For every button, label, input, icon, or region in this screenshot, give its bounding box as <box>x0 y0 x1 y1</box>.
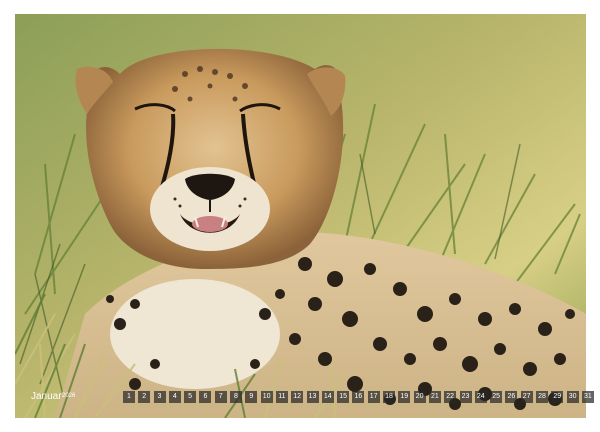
calendar-day: 11 <box>275 391 288 403</box>
calendar-day <box>77 391 89 403</box>
calendar-day: 26 <box>505 391 518 403</box>
calendar-day: 22 <box>444 391 457 403</box>
calendar-day: 15 <box>337 391 350 403</box>
cheetah-illustration <box>15 14 586 418</box>
calendar-day: 2 <box>138 391 151 403</box>
calendar-page: Januar 2026 1 2 3 4 5 6 7 8 9 10 11 12 13 14 15 16 17 18 1… <box>0 0 600 432</box>
calendar-day: 29 <box>551 391 564 403</box>
calendar-day: 25 <box>490 391 503 403</box>
calendar-day: 14 <box>321 391 334 403</box>
calendar-day <box>92 391 104 403</box>
calendar-day: 27 <box>520 391 533 403</box>
year-label: 2026 <box>62 393 76 399</box>
calendar-day: 28 <box>536 391 548 403</box>
calendar-day: 23 <box>459 391 472 403</box>
calendar-day: 4 <box>168 391 181 403</box>
cheetah-photo <box>15 14 586 418</box>
calendar-strip: Januar 2026 1 2 3 4 5 6 7 8 9 10 11 12 13 14 15 16 17 18 1… <box>15 389 594 405</box>
month-label: Januar <box>31 391 62 402</box>
calendar-day: 21 <box>428 391 441 403</box>
calendar-day: 31 <box>581 391 594 403</box>
calendar-day: 6 <box>199 391 212 403</box>
calendar-day: 5 <box>184 391 197 403</box>
calendar-day: 3 <box>153 391 166 403</box>
calendar-day: 9 <box>245 391 258 403</box>
calendar-day: 17 <box>367 391 380 403</box>
calendar-day: 16 <box>352 391 365 403</box>
calendar-day: 13 <box>306 391 319 403</box>
calendar-day: 24 <box>474 391 487 403</box>
calendar-day: 8 <box>230 391 242 403</box>
calendar-day: 7 <box>214 391 227 403</box>
calendar-day: 19 <box>398 391 411 403</box>
calendar-day: 12 <box>291 391 304 403</box>
calendar-day <box>108 391 120 403</box>
calendar-day: 10 <box>260 391 273 403</box>
calendar-day: 1 <box>122 391 135 403</box>
calendar-day: 18 <box>383 391 395 403</box>
calendar-day: 20 <box>413 391 426 403</box>
calendar-day: 30 <box>566 391 579 403</box>
